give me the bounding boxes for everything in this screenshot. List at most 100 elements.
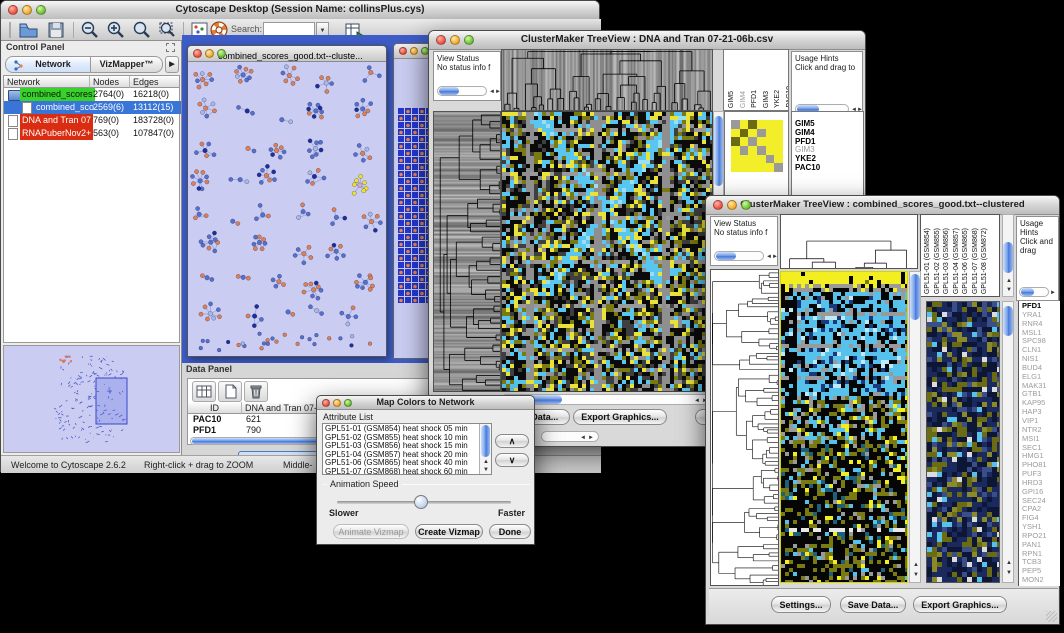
matrix-cell[interactable] (757, 137, 766, 146)
zoom-heatmap-vscrollbar[interactable]: ▲ ▼ (1002, 301, 1014, 583)
treeview1-titlebar[interactable]: ClusterMaker TreeView : DNA and Tran 07-… (429, 31, 865, 50)
close-icon[interactable] (193, 49, 202, 58)
matrix-cell[interactable] (757, 146, 766, 155)
correlation-matrix[interactable] (731, 120, 783, 172)
matrix-cell[interactable] (774, 163, 783, 172)
zoom-heatmap[interactable] (926, 301, 1000, 583)
matrix-cell[interactable] (748, 146, 757, 155)
scrollbar-thumb[interactable] (1003, 306, 1013, 336)
scroll-up-arrow-icon[interactable]: ▲ (483, 459, 489, 465)
zoom-window-icon[interactable] (217, 49, 226, 58)
matrix-cell[interactable] (766, 146, 775, 155)
tab-network[interactable]: Network (5, 56, 91, 73)
scroll-right-arrow-icon[interactable]: ► (772, 254, 778, 260)
birdseye-panel[interactable] (3, 345, 180, 453)
scroll-up-arrow-icon[interactable]: ▲ (1006, 278, 1012, 284)
usage-hints-hscrollbar[interactable] (1019, 287, 1049, 297)
minimize-icon[interactable] (205, 49, 214, 58)
matrix-cell[interactable] (766, 163, 775, 172)
matrix-cell[interactable] (774, 137, 783, 146)
view-status-hscrollbar[interactable] (714, 251, 764, 261)
minimize-icon[interactable] (450, 35, 460, 45)
matrix-cell[interactable] (731, 163, 740, 172)
zoom-window-icon[interactable] (344, 399, 352, 407)
scrollbar-thumb[interactable] (714, 116, 723, 186)
scroll-left-arrow-icon[interactable]: ◄ (694, 398, 700, 404)
slider-thumb[interactable] (414, 495, 428, 509)
tab-vizmapper[interactable]: VizMapper™ (91, 56, 163, 73)
matrix-cell[interactable] (731, 129, 740, 138)
heatmap-vscrollbar[interactable]: ▲ ▼ (909, 271, 921, 583)
row-dendrogram[interactable] (710, 269, 779, 586)
treeview2-titlebar[interactable]: ClusterMaker TreeView : combined_scores_… (706, 196, 1059, 215)
matrix-cell[interactable] (740, 137, 749, 146)
network-table-row[interactable]: DNA and Tran 07769(0)183728(0) (4, 114, 181, 127)
scroll-down-arrow-icon[interactable]: ▼ (483, 467, 489, 473)
network-table-row[interactable]: combined_scores2764(0)16218(0) (4, 88, 181, 101)
minimize-icon[interactable] (333, 399, 341, 407)
network-table-row[interactable]: combined_sco2569(6)13112(15) (4, 101, 181, 114)
row-dendrogram[interactable] (433, 111, 501, 392)
zoom-out-button[interactable] (79, 20, 101, 40)
matrix-cell[interactable] (774, 155, 783, 164)
matrix-cell[interactable] (757, 120, 766, 129)
matrix-cell[interactable] (757, 129, 766, 138)
zoom-window-icon[interactable] (36, 5, 46, 15)
global-heatmap[interactable] (780, 271, 908, 583)
gene-label[interactable]: MON2 (1022, 576, 1060, 585)
matrix-cell[interactable] (748, 129, 757, 138)
column-dendrogram[interactable] (501, 49, 713, 111)
attribute-listbox[interactable]: GPL51-01 (GSM854) heat shock 05 minGPL51… (322, 423, 492, 475)
matrix-cell[interactable] (740, 155, 749, 164)
network-graph-canvas[interactable] (189, 63, 385, 356)
matrix-cell[interactable] (740, 146, 749, 155)
matrix-cell[interactable] (748, 137, 757, 146)
close-icon[interactable] (399, 47, 407, 55)
zoom-fit-button[interactable] (131, 20, 153, 40)
zoom-in-button[interactable] (105, 20, 127, 40)
matrix-cell[interactable] (774, 129, 783, 138)
select-attributes-icon[interactable] (192, 381, 216, 402)
minimize-icon[interactable] (22, 5, 32, 15)
scroll-down-arrow-icon[interactable]: ▼ (913, 572, 919, 578)
export-graphics-button[interactable]: Export Graphics... (573, 409, 667, 425)
resize-grip[interactable] (1046, 611, 1057, 622)
close-icon[interactable] (8, 5, 18, 15)
matrix-cell[interactable] (740, 129, 749, 138)
move-up-button[interactable]: ∧ (495, 434, 529, 448)
matrix-cell[interactable] (766, 120, 775, 129)
zoom-selected-button[interactable] (157, 20, 179, 40)
cytoscape-titlebar[interactable]: Cytoscape Desktop (Session Name: collins… (1, 1, 599, 20)
save-session-button[interactable] (45, 20, 67, 40)
scrollbar-thumb[interactable] (1003, 242, 1013, 273)
column-labels-vscrollbar[interactable]: ▲ ▼ (1002, 214, 1014, 297)
scroll-down-arrow-icon[interactable]: ▼ (1006, 287, 1012, 293)
tab-overflow-button[interactable]: ▶ (165, 56, 179, 73)
scroll-up-arrow-icon[interactable]: ▲ (1006, 560, 1012, 566)
scroll-down-arrow-icon[interactable]: ▼ (1006, 570, 1012, 576)
create-vizmap-button[interactable]: Create Vizmap (415, 524, 483, 539)
scrollbar-thumb[interactable] (481, 425, 490, 457)
settings-button[interactable]: Settings... (771, 596, 831, 613)
open-session-button[interactable] (17, 20, 39, 40)
matrix-cell[interactable] (731, 137, 740, 146)
column-header-edges[interactable]: Edges (130, 76, 179, 88)
matrix-cell[interactable] (731, 155, 740, 164)
scroll-up-arrow-icon[interactable]: ▲ (913, 562, 919, 568)
new-attribute-icon[interactable] (218, 381, 242, 402)
save-data-button[interactable]: Save Data... (840, 596, 906, 613)
export-graphics-button[interactable]: Export Graphics... (913, 596, 1007, 613)
scroll-right-arrow-icon[interactable]: ► (588, 435, 594, 441)
matrix-cell[interactable] (740, 163, 749, 172)
animate-vizmap-button[interactable]: Animate Vizmap (333, 524, 409, 539)
close-icon[interactable] (713, 200, 723, 210)
matrix-cell[interactable] (740, 120, 749, 129)
matrix-cell[interactable] (748, 120, 757, 129)
scrollbar-thumb[interactable] (1021, 288, 1034, 296)
network-window-titlebar[interactable]: combined_scores_good.txt--cluste... (188, 46, 386, 62)
gene-label[interactable]: PAC10 (795, 164, 863, 173)
column-dendrogram[interactable] (780, 214, 918, 269)
network-table-row[interactable]: RNAPuberNov2+563(0)107847(0) (4, 127, 181, 140)
close-icon[interactable] (322, 399, 330, 407)
matrix-cell[interactable] (757, 163, 766, 172)
